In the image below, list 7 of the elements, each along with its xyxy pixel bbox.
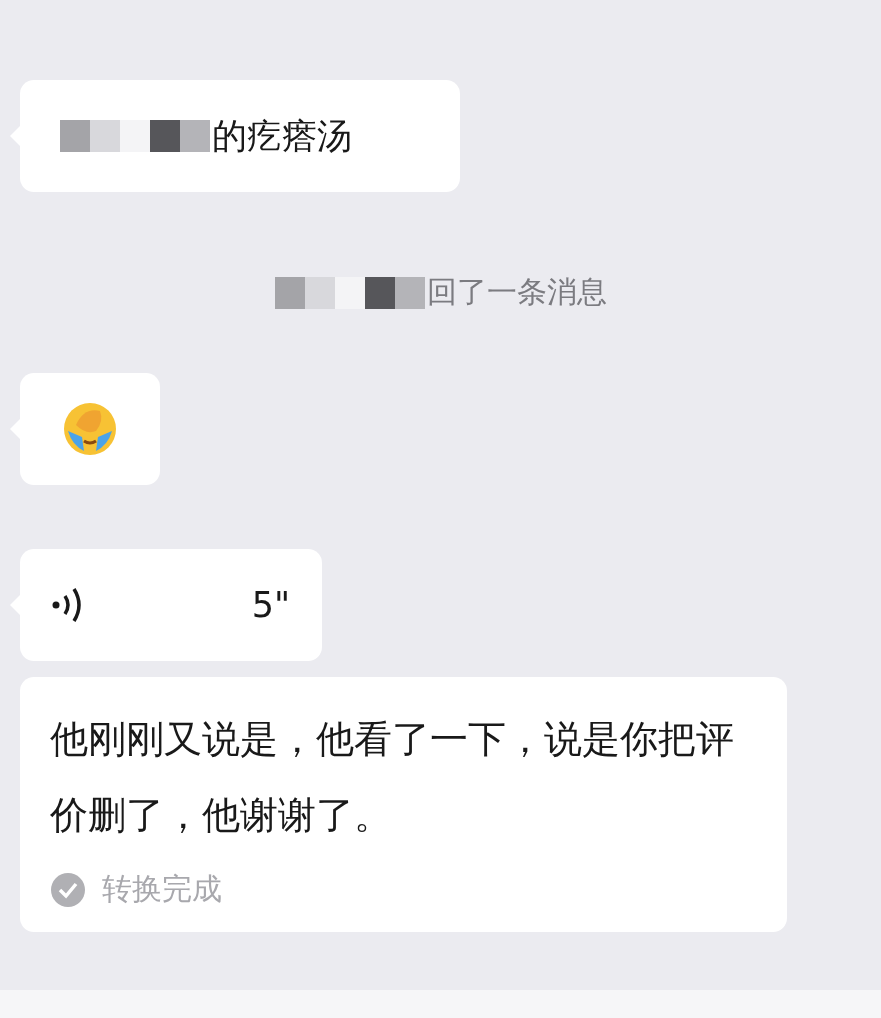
emoji-icon: [62, 401, 118, 457]
transcript-text: 他刚刚又说是，他看了一下，说是你把评价删了，他谢谢了。: [50, 716, 735, 839]
conversion-status: 转换完成: [102, 870, 222, 908]
voice-duration: 5": [251, 585, 290, 625]
recall-notice: 回了一条消息: [426, 273, 607, 311]
check-circle-icon: [50, 871, 86, 908]
message-text: 的疙瘩汤: [212, 114, 352, 158]
